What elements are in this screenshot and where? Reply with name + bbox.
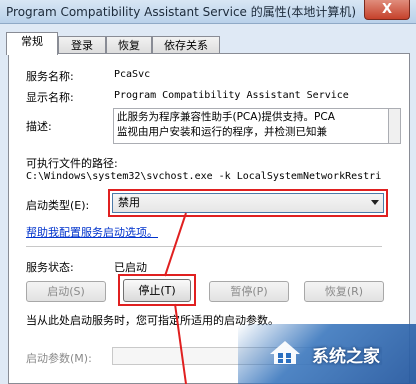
tab-recovery[interactable]: 恢复: [106, 36, 152, 54]
service-status-label: 服务状态:: [26, 261, 74, 274]
chevron-down-icon: [371, 200, 379, 205]
help-link[interactable]: 帮助我配置服务启动选项。: [26, 224, 158, 240]
service-status-value: 已启动: [114, 261, 147, 274]
path-value: C:\Windows\system32\svchost.exe -k Local…: [26, 171, 382, 182]
description-box[interactable]: 此服务为程序兼容性助手(PCA)提供支持。PCA 监视由用户安装和运行的程序，并…: [113, 108, 389, 144]
tab-dependencies[interactable]: 依存关系: [152, 36, 220, 54]
tab-logon[interactable]: 登录: [58, 36, 106, 54]
tab-general[interactable]: 常规: [6, 32, 58, 55]
close-button[interactable]: X: [364, 0, 410, 20]
service-name-label: 服务名称:: [26, 70, 74, 83]
display-name-label: 显示名称:: [26, 91, 74, 104]
description-scrollbar[interactable]: [389, 108, 401, 144]
description-label: 描述:: [26, 120, 52, 133]
startup-type-label: 启动类型(E):: [26, 199, 90, 212]
startup-type-select[interactable]: 禁用: [112, 193, 384, 213]
resume-button[interactable]: 恢复(R): [304, 281, 384, 302]
display-name-value: Program Compatibility Assistant Service: [114, 90, 349, 101]
startup-params-label: 启动参数(M):: [26, 352, 92, 365]
pause-button[interactable]: 暂停(P): [209, 281, 289, 302]
description-line-1: 此服务为程序兼容性助手(PCA)提供支持。PCA: [117, 111, 335, 123]
separator: [26, 246, 382, 247]
stop-button[interactable]: 停止(T): [123, 279, 191, 302]
start-button[interactable]: 启动(S): [26, 281, 106, 302]
startup-type-value: 禁用: [118, 196, 140, 209]
house-logo-icon: [270, 341, 300, 364]
path-label: 可执行文件的路径:: [26, 157, 118, 170]
service-name-value: PcaSvc: [114, 69, 151, 80]
window-title: Program Compatibility Assistant Service …: [6, 5, 357, 19]
description-line-2: 监视由用户安装和运行的程序，并检测已知兼: [117, 126, 327, 138]
watermark-text: 系统之家: [312, 347, 380, 367]
